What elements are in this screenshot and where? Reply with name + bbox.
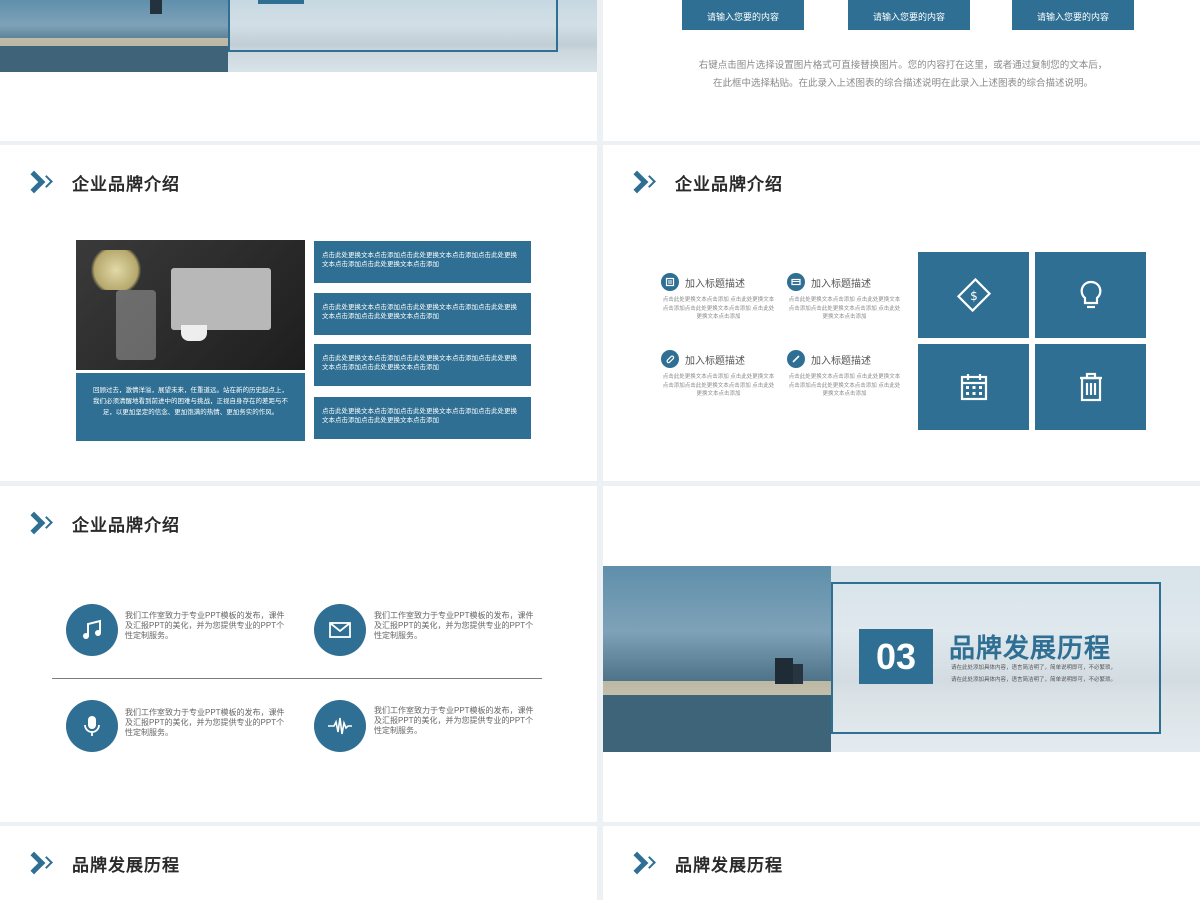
calendar-tile xyxy=(918,344,1029,430)
content-box-1-text: 请输入您要的内容 xyxy=(706,12,779,22)
subtitle-line-2: 请在此处添加具体内容，语言简洁明了，简单说明即可，不必繁琐。 xyxy=(951,677,1117,683)
slide-4-heading: 企业品牌介绍 xyxy=(625,169,783,195)
item-1-text: 我们工作室致力于专业PPT模板的发布，课件及汇报PPT的美化，并为您提供专业的P… xyxy=(125,611,285,640)
cup-shape xyxy=(181,325,207,341)
feature-3-desc: 点击此处更换文本点击添加 点击此处更换文本点击添加点击此处更换文本点击添加 点击… xyxy=(662,374,775,397)
slide-5: 企业品牌介绍 我们工作室致力于专业PPT模板的发布，课件及汇报PPT的美化，并为… xyxy=(0,486,597,822)
caption-line-2: 在此框中选择粘贴。在此录入上述图表的综合描述说明在此录入上述图表的综合描述说明。 xyxy=(712,78,1093,89)
text-item-2-text: 点击此处更换文本点击添加点击此处更换文本点击添加点击此处更换文本点击添加点击此处… xyxy=(322,304,517,320)
feature-3-header: 加入标题描述 xyxy=(661,350,776,368)
feature-2: 加入标题描述 点击此处更换文本点击添加 点击此处更换文本点击添加点击此处更换文本… xyxy=(787,273,902,322)
slide-8-heading: 品牌发展历程 xyxy=(625,850,783,876)
chevron-icon xyxy=(22,510,64,536)
money-tile: $ xyxy=(918,252,1029,338)
feature-1-desc: 点击此处更换文本点击添加 点击此处更换文本点击添加点击此处更换文本点击添加 点击… xyxy=(662,297,775,320)
feature-4-title: 加入标题描述 xyxy=(811,355,871,367)
slide-8: 品牌发展历程 xyxy=(603,826,1200,900)
chevron-icon xyxy=(625,169,667,195)
number-block xyxy=(258,0,304,4)
money-icon: $ xyxy=(956,277,991,313)
heading-text: 品牌发展历程 xyxy=(675,855,783,875)
slide-3: 企业品牌介绍 回顾过去，激情洋溢，展望未来，任重道远。站在新的历史起点上，我们必… xyxy=(0,145,597,481)
slide-6: 03 品牌发展历程 请在此处添加具体内容，语言简洁明了，简单说明即可，不必繁琐，… xyxy=(603,486,1200,822)
content-box-3-text: 请输入您要的内容 xyxy=(1036,12,1109,22)
bulb-icon xyxy=(1080,280,1101,309)
city-photo xyxy=(0,0,228,72)
mail-icon xyxy=(314,604,366,656)
slide-3-heading: 企业品牌介绍 xyxy=(22,169,180,195)
text-item-2: 点击此处更换文本点击添加点击此处更换文本点击添加点击此处更换文本点击添加点击此处… xyxy=(314,293,531,335)
laptop-shape xyxy=(171,268,271,330)
trash-tile xyxy=(1035,344,1146,430)
feature-2-header: 加入标题描述 xyxy=(787,273,902,291)
trash-icon xyxy=(1079,372,1102,402)
city-photo xyxy=(603,566,831,752)
link-icon xyxy=(661,350,679,368)
slide-7-heading: 品牌发展历程 xyxy=(22,850,180,876)
text-item-3: 点击此处更换文本点击添加点击此处更换文本点击添加点击此处更换文本点击添加点击此处… xyxy=(314,344,531,386)
chevron-icon xyxy=(22,169,64,195)
feature-1: 加入标题描述 点击此处更换文本点击添加 点击此处更换文本点击添加点击此处更换文本… xyxy=(661,273,776,322)
section-number: 03 xyxy=(875,635,917,677)
chevron-icon xyxy=(625,850,667,876)
mic-icon xyxy=(66,700,118,752)
content-box-2-text: 请输入您要的内容 xyxy=(872,12,945,22)
feature-1-title: 加入标题描述 xyxy=(685,278,745,290)
text-item-1: 点击此处更换文本点击添加点击此处更换文本点击添加点击此处更换文本点击添加点击此处… xyxy=(314,241,531,283)
text-item-3-text: 点击此处更换文本点击添加点击此处更换文本点击添加点击此处更换文本点击添加点击此处… xyxy=(322,355,517,371)
wave-icon xyxy=(314,700,366,752)
music-icon xyxy=(66,604,118,656)
pencil-icon xyxy=(787,350,805,368)
content-box-1: 请输入您要的内容 xyxy=(682,0,804,30)
feature-2-desc: 点击此处更换文本点击添加 点击此处更换文本点击添加点击此处更换文本点击添加 点击… xyxy=(788,297,901,320)
slide-1 xyxy=(0,0,597,141)
photo-caption-text: 回顾过去，激情洋溢，展望未来，任重道远。站在新的历史起点上，我们必须清醒地看到前… xyxy=(93,387,288,416)
text-item-4: 点击此处更换文本点击添加点击此处更换文本点击添加点击此处更换文本点击添加点击此处… xyxy=(314,397,531,439)
list-icon xyxy=(661,273,679,291)
calendar-icon xyxy=(960,374,987,401)
frame-border xyxy=(228,0,558,52)
text-item-1-text: 点击此处更换文本点击添加点击此处更换文本点击添加点击此处更换文本点击添加点击此处… xyxy=(322,252,517,268)
feature-4: 加入标题描述 点击此处更换文本点击添加 点击此处更换文本点击添加点击此处更换文本… xyxy=(787,350,902,399)
slide-2: 请输入您要的内容 请输入您要的内容 请输入您要的内容 右键点击图片选择设置图片格… xyxy=(603,0,1200,141)
flower-photo xyxy=(76,240,305,370)
number-block: 03 xyxy=(859,629,933,684)
content-box-3: 请输入您要的内容 xyxy=(1012,0,1134,30)
heading-text: 企业品牌介绍 xyxy=(675,174,783,194)
vase-shape xyxy=(116,290,156,360)
photo-caption-box: 回顾过去，激情洋溢，展望未来，任重道远。站在新的历史起点上，我们必须清醒地看到前… xyxy=(76,373,305,441)
bulb-tile xyxy=(1035,252,1146,338)
feature-3-title: 加入标题描述 xyxy=(685,355,745,367)
feature-4-header: 加入标题描述 xyxy=(787,350,902,368)
subtitle-line-1: 请在此处添加具体内容，语言简洁明了，简单说明即可，不必繁琐， xyxy=(951,665,1117,671)
card-icon xyxy=(787,273,805,291)
heading-text: 品牌发展历程 xyxy=(72,855,180,875)
heading-text: 企业品牌介绍 xyxy=(72,174,180,194)
feature-1-header: 加入标题描述 xyxy=(661,273,776,291)
section-title: 品牌发展历程 xyxy=(949,633,1112,663)
item-3-text: 我们工作室致力于专业PPT模板的发布，课件及汇报PPT的美化，并为您提供专业的P… xyxy=(125,708,285,737)
slide-2-caption: 右键点击图片选择设置图片格式可直接替换图片。您的内容打在这里，或者通过复制您的文… xyxy=(643,57,1163,93)
feature-3: 加入标题描述 点击此处更换文本点击添加 点击此处更换文本点击添加点击此处更换文本… xyxy=(661,350,776,399)
content-box-2: 请输入您要的内容 xyxy=(848,0,970,30)
chevron-icon xyxy=(22,850,64,876)
text-item-4-text: 点击此处更换文本点击添加点击此处更换文本点击添加点击此处更换文本点击添加点击此处… xyxy=(322,408,517,424)
tulips-shape xyxy=(86,250,146,290)
slide-4: 企业品牌介绍 加入标题描述 点击此处更换文本点击添加 点击此处更换文本点击添加点… xyxy=(603,145,1200,481)
divider xyxy=(52,678,542,679)
section-subtitle: 请在此处添加具体内容，语言简洁明了，简单说明即可，不必繁琐， 请在此处添加具体内… xyxy=(951,662,1161,686)
item-2-text: 我们工作室致力于专业PPT模板的发布，课件及汇报PPT的美化，并为您提供专业的P… xyxy=(374,611,534,640)
heading-text: 企业品牌介绍 xyxy=(72,515,180,535)
feature-2-title: 加入标题描述 xyxy=(811,278,871,290)
slide-7: 品牌发展历程 xyxy=(0,826,597,900)
item-4-text: 我们工作室致力于专业PPT模板的发布，课件及汇报PPT的美化，并为您提供专业的P… xyxy=(374,706,534,735)
svg-text:$: $ xyxy=(970,289,978,303)
feature-4-desc: 点击此处更换文本点击添加 点击此处更换文本点击添加点击此处更换文本点击添加 点击… xyxy=(788,374,901,397)
slide-5-heading: 企业品牌介绍 xyxy=(22,510,180,536)
caption-line-1: 右键点击图片选择设置图片格式可直接替换图片。您的内容打在这里，或者通过复制您的文… xyxy=(698,60,1108,71)
